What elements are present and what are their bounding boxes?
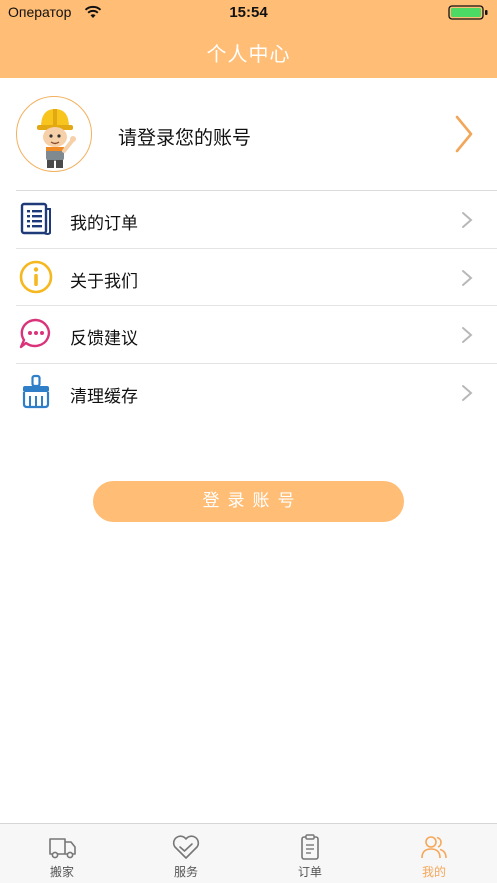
menu-item-label: 我的订单 — [70, 214, 138, 234]
users-icon — [421, 836, 447, 859]
login-button[interactable]: 登录账号 — [93, 481, 404, 522]
avatar[interactable] — [16, 96, 92, 172]
chevron-right-icon — [462, 270, 473, 286]
menu-item-label: 清理缓存 — [70, 387, 138, 407]
broom-icon — [22, 374, 50, 409]
tab-moving[interactable]: 搬家 — [0, 824, 124, 883]
tab-mine[interactable]: 我的 — [372, 824, 496, 883]
info-icon — [19, 260, 53, 294]
login-prompt-text: 请登录您的账号 — [118, 127, 252, 149]
menu-item-feedback[interactable]: 反馈建议 — [0, 306, 497, 363]
menu-item-about-us[interactable]: 关于我们 — [0, 249, 497, 306]
menu-item-label: 反馈建议 — [70, 329, 138, 349]
chevron-right-icon — [462, 212, 473, 228]
tab-label: 搬家 — [49, 865, 74, 879]
top-header: Оператор 15:54 个人中心 — [0, 0, 497, 78]
status-bar: Оператор 15:54 — [0, 0, 497, 24]
chat-bubble-icon — [19, 318, 51, 349]
worker-avatar-icon — [37, 109, 76, 168]
tab-bar: 搬家 服务 订单 我的 — [0, 823, 497, 883]
profile-login-row[interactable]: 请登录您的账号 — [0, 78, 497, 190]
menu-item-my-orders[interactable]: 我的订单 — [0, 191, 497, 248]
chevron-right-icon — [462, 327, 473, 343]
tab-service[interactable]: 服务 — [124, 824, 248, 883]
status-time: 15:54 — [229, 4, 268, 21]
tab-orders[interactable]: 订单 — [248, 824, 372, 883]
chevron-right-icon — [462, 385, 473, 401]
chevron-right-icon — [455, 115, 473, 153]
menu-item-clear-cache[interactable]: 清理缓存 — [0, 364, 497, 421]
tab-label: 我的 — [421, 865, 446, 879]
page-title: 个人中心 — [206, 42, 291, 66]
truck-icon — [49, 838, 76, 859]
menu-item-label: 关于我们 — [70, 272, 138, 292]
order-list-icon — [20, 202, 51, 235]
tab-label: 服务 — [173, 865, 198, 879]
clipboard-icon — [301, 834, 319, 860]
tab-label: 订单 — [297, 865, 322, 879]
battery-icon — [448, 5, 488, 20]
heart-check-icon — [172, 835, 200, 859]
